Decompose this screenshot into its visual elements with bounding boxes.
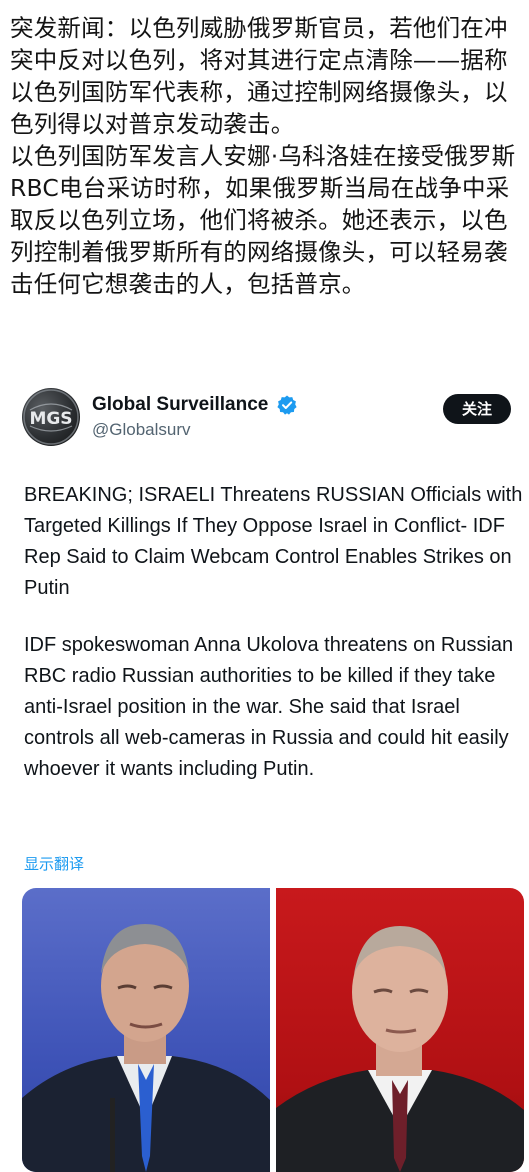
portrait-illustration xyxy=(276,926,524,1172)
avatar-logo-icon: MGS xyxy=(23,389,79,445)
follow-button[interactable]: 关注 xyxy=(443,394,511,424)
embedded-tweet: MGS Global Surveillance @Globalsurv 关注 B… xyxy=(0,380,529,1172)
tweet-text-paragraph-2: IDF spokeswoman Anna Ukolova threatens o… xyxy=(24,634,514,780)
verified-badge-icon xyxy=(277,395,297,415)
user-handle[interactable]: @Globalsurv xyxy=(92,420,191,440)
show-translation-link[interactable]: 显示翻译 xyxy=(24,853,84,874)
avatar-text: MGS xyxy=(29,409,72,429)
display-name[interactable]: Global Surveillance xyxy=(92,394,268,416)
portrait-illustration xyxy=(22,924,270,1172)
media-photo-2[interactable] xyxy=(276,888,524,1172)
media-photo-1[interactable] xyxy=(22,888,270,1172)
tweet-media-grid[interactable] xyxy=(22,888,524,1172)
headline-paragraph-2: 以色列国防军发言人安娜·乌科洛娃在接受俄罗斯RBC电台采访时称，如果俄罗斯当局在… xyxy=(10,142,516,298)
headline-paragraph-1: 突发新闻：以色列威胁俄罗斯官员，若他们在冲突中反对以色列，将对其进行定点清除——… xyxy=(10,14,508,138)
news-headline-block: 突发新闻：以色列威胁俄罗斯官员，若他们在冲突中反对以色列，将对其进行定点清除——… xyxy=(10,12,522,300)
tweet-text-paragraph-1: BREAKING; ISRAELI Threatens RUSSIAN Offi… xyxy=(24,484,523,599)
avatar[interactable]: MGS xyxy=(22,388,80,446)
